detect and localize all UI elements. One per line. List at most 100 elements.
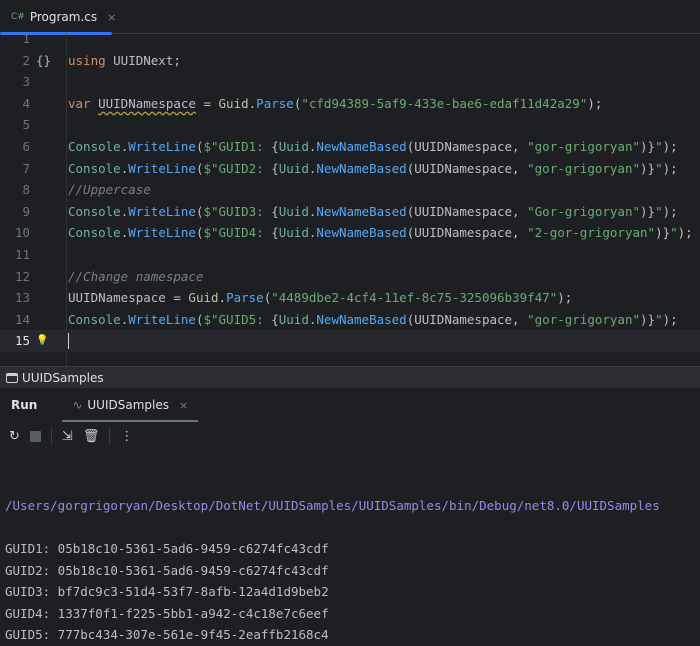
code-line[interactable]: 9 Console.WriteLine($"GUID3: {Uuid.NewNam… — [0, 201, 700, 223]
run-config-tab[interactable]: ∿ UUIDSamples × — [62, 388, 199, 422]
namespace-gutter-icon[interactable]: {} — [36, 50, 51, 72]
output-line: GUID1: 05b18c10-5361-5ad6-9459-c6274fc43… — [5, 541, 329, 556]
rerun-icon[interactable]: ↻ — [9, 429, 20, 444]
toolbar-separator — [109, 428, 111, 444]
code-token: (UUIDNamespace, — [406, 311, 528, 327]
code-token: var — [68, 95, 99, 111]
code-token: Console — [68, 139, 121, 154]
code-token: WriteLine — [128, 160, 196, 176]
close-run-tab-icon[interactable]: × — [179, 399, 188, 412]
code-token: )} — [655, 225, 671, 241]
code-token: " — [670, 225, 678, 241]
code-token: (UUIDNamespace, — [406, 139, 528, 154]
code-token: Console — [68, 311, 121, 327]
line-number: 7 — [22, 160, 30, 176]
code-token: Uuid — [278, 160, 309, 176]
output-line: GUID4: 1337f0f1-f225-5bb1-a942-c4c18e7c6… — [5, 605, 329, 621]
run-tab-label: UUIDSamples — [87, 398, 169, 412]
code-line[interactable]: 4 var UUIDNamespace = Guid.Parse("cfd9438… — [0, 93, 700, 115]
output-line: GUID5: 777bc434-307e-561e-9f45-2eaffb216… — [5, 627, 329, 642]
code-line[interactable]: 12 //Change namespace — [0, 266, 700, 288]
stop-icon[interactable] — [29, 430, 41, 442]
code-text: //Change namespace — [68, 266, 203, 288]
line-number: 4 — [22, 95, 30, 111]
code-token: " — [655, 160, 663, 176]
scroll-to-end-icon[interactable]: ⇲ — [62, 429, 73, 444]
code-token: Parse — [226, 290, 264, 306]
code-editor[interactable]: 1 2 {} using UUIDNext; 3 4 var UUIDNamespace =… — [0, 31, 700, 366]
code-token: " — [655, 139, 663, 154]
csharp-file-icon: C# — [11, 12, 25, 22]
code-line[interactable]: 8 //Uppercase — [0, 179, 700, 201]
code-token: NewNameBased — [316, 203, 407, 219]
code-token: ); — [677, 225, 693, 241]
code-line[interactable]: 1 — [0, 28, 700, 50]
code-token: ); — [662, 139, 678, 154]
code-text: Console.WriteLine($"GUID5: {Uuid.NewName… — [68, 309, 678, 331]
code-line[interactable]: 10 Console.WriteLine($"GUID4: {Uuid.NewNa… — [0, 222, 700, 244]
trash-icon[interactable]: 🗑 — [83, 429, 100, 444]
code-token: Uuid — [278, 203, 309, 219]
code-token: ); — [662, 311, 678, 327]
code-token: UUIDNamespace = — [68, 290, 189, 306]
code-text: using UUIDNext; — [68, 50, 181, 72]
code-token: { — [271, 225, 279, 241]
code-token: (UUIDNamespace, — [406, 203, 528, 219]
output-line: GUID3: bf7dc9c3-51d4-53f7-8afb-12a4d1d9b… — [5, 584, 329, 599]
run-label: Run — [11, 398, 38, 412]
code-token: ); — [587, 95, 603, 111]
toolbar-separator — [50, 428, 52, 444]
line-number: 11 — [14, 247, 30, 262]
project-name: UUIDSamples — [22, 370, 104, 385]
code-token: WriteLine — [128, 225, 196, 241]
code-token: UUIDNext; — [113, 52, 181, 68]
close-tab-icon[interactable]: × — [107, 11, 116, 24]
code-token: (UUIDNamespace, — [406, 225, 528, 241]
code-line[interactable]: 13 UUIDNamespace = Guid.Parse("4489dbe2-4… — [0, 287, 700, 309]
code-token: )} — [640, 311, 656, 327]
code-line[interactable]: 5 — [0, 114, 700, 136]
line-number: 12 — [14, 268, 30, 284]
code-token: ); — [557, 290, 573, 306]
code-text: Console.WriteLine($"GUID4: {Uuid.NewName… — [68, 222, 693, 244]
code-token: WriteLine — [128, 203, 196, 219]
code-line[interactable]: 7 Console.WriteLine($"GUID2: {Uuid.NewNam… — [0, 158, 700, 180]
code-token: NewNameBased — [316, 139, 407, 154]
lightbulb-icon[interactable]: 💡 — [36, 330, 48, 352]
code-token: $"GUID1: — [203, 139, 272, 154]
more-options-icon[interactable]: ⋮ — [120, 429, 133, 444]
line-number: 5 — [22, 117, 30, 133]
code-token: NewNameBased — [316, 225, 407, 241]
code-token: { — [271, 160, 279, 176]
code-text: Console.WriteLine($"GUID3: {Uuid.NewName… — [68, 201, 678, 223]
code-token: )} — [640, 139, 656, 154]
code-token: WriteLine — [128, 139, 196, 154]
run-config-icon: ∿ — [72, 398, 83, 412]
output-line: GUID2: 05b18c10-5361-5ad6-9459-c6274fc43… — [5, 562, 329, 578]
code-token: UUIDNamespace — [98, 95, 196, 111]
code-line[interactable]: 15 💡 — [0, 330, 700, 352]
code-line[interactable]: 11 — [0, 244, 700, 266]
code-token: Uuid — [278, 225, 309, 241]
code-token: $"GUID5: — [203, 311, 272, 327]
code-token: $"GUID3: — [203, 203, 272, 219]
code-token: " — [655, 311, 663, 327]
code-token: Uuid — [278, 139, 309, 154]
code-token: (UUIDNamespace, — [406, 160, 528, 176]
code-token: "Gor-grigoryan" — [527, 203, 641, 219]
code-token: )} — [640, 160, 656, 176]
code-line[interactable]: 14 Console.WriteLine($"GUID5: {Uuid.NewNa… — [0, 309, 700, 331]
console-output[interactable]: /Users/gorgrigoryan/Desktop/DotNet/UUIDS… — [5, 452, 660, 646]
line-number: 3 — [22, 74, 30, 90]
code-line[interactable]: 3 — [0, 71, 700, 93]
run-toolbar: ↻ ⇲ 🗑 ⋮ — [0, 424, 700, 448]
code-token: Guid — [188, 290, 219, 306]
code-token: { — [271, 311, 279, 327]
code-token: . — [218, 290, 227, 306]
code-token: WriteLine — [128, 311, 196, 327]
code-line[interactable]: 2 {} using UUIDNext; — [0, 50, 700, 72]
code-token: //Change namespace — [68, 268, 204, 284]
code-line[interactable]: 6 Console.WriteLine($"GUID1: {Uuid.NewNam… — [0, 136, 700, 158]
line-number: 15 — [14, 333, 30, 349]
line-number: 8 — [22, 182, 30, 198]
